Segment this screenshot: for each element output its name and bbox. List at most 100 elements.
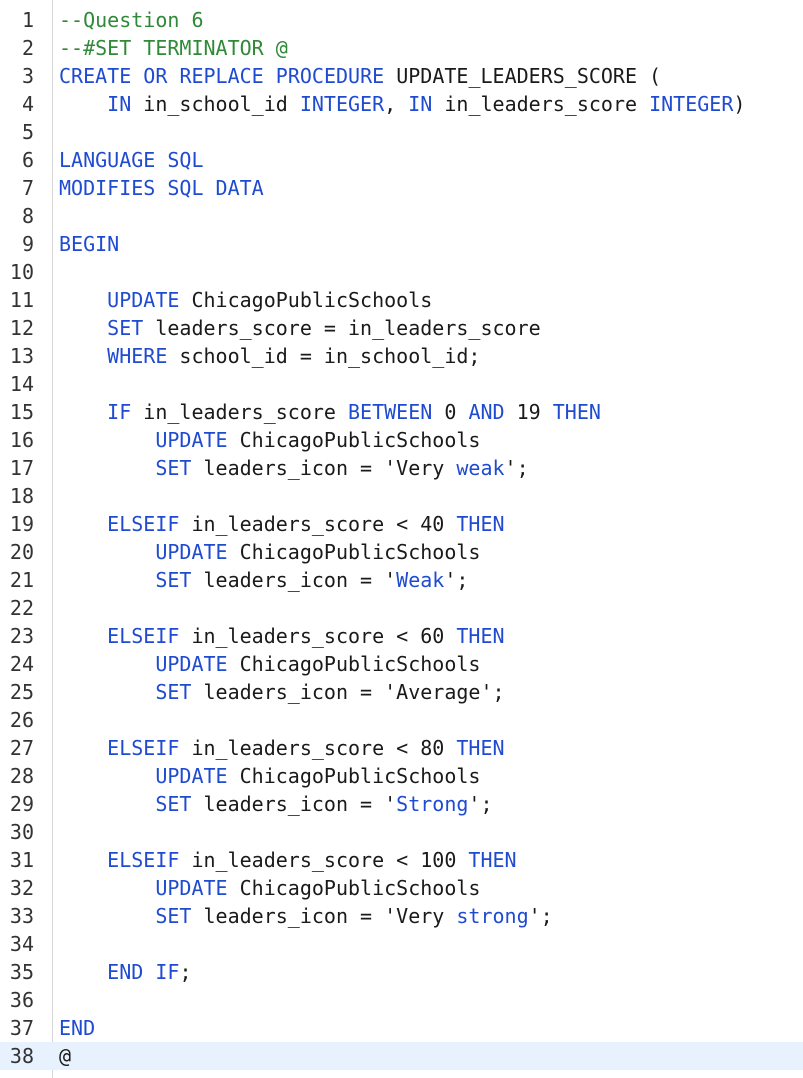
line-number: 11: [9, 288, 34, 312]
keyword-token: IF: [155, 960, 180, 984]
code-line[interactable]: 27 ELSEIF in_leaders_score < 80 THEN: [0, 734, 803, 762]
code-line[interactable]: 38 @: [0, 1042, 803, 1070]
keyword-token: WHERE: [107, 344, 168, 368]
code-line[interactable]: 8: [0, 202, 803, 230]
line-number: 8: [21, 204, 34, 228]
code-line[interactable]: 34: [0, 930, 803, 958]
code-line[interactable]: 33 SET leaders_icon = 'Very strong';: [0, 902, 803, 930]
code-line[interactable]: 21 SET leaders_icon = 'Weak';: [0, 566, 803, 594]
keyword-token: THEN: [552, 400, 601, 424]
keyword-token: SET: [155, 904, 192, 928]
code-line[interactable]: 10: [0, 258, 803, 286]
keyword-token: SET: [155, 456, 192, 480]
comment-token: --#SET TERMINATOR @: [59, 36, 288, 60]
code-line[interactable]: 22: [0, 594, 803, 622]
line-number: 2: [21, 36, 34, 60]
keyword-token: ELSEIF: [107, 512, 180, 536]
code-line[interactable]: 17 SET leaders_icon = 'Very weak';: [0, 454, 803, 482]
code-line[interactable]: 3 CREATE OR REPLACE PROCEDURE UPDATE_LEAD…: [0, 62, 803, 90]
code-line[interactable]: 11 UPDATE ChicagoPublicSchools: [0, 286, 803, 314]
code-text: MODIFIES SQL DATA: [59, 174, 264, 202]
code-line[interactable]: 6 LANGUAGE SQL: [0, 146, 803, 174]
code-line[interactable]: 23 ELSEIF in_leaders_score < 60 THEN: [0, 622, 803, 650]
line-number: 6: [21, 148, 34, 172]
line-number: 26: [9, 708, 34, 732]
line-number: 20: [9, 540, 34, 564]
code-text: IF in_leaders_score BETWEEN 0 AND 19 THE…: [59, 398, 601, 426]
keyword-token: IN: [107, 92, 132, 116]
code-line[interactable]: 5: [0, 118, 803, 146]
keyword-token: UPDATE: [155, 540, 228, 564]
keyword-token: DATA: [215, 176, 264, 200]
code-line[interactable]: 1 --Question 6: [0, 6, 803, 34]
code-line[interactable]: 7 MODIFIES SQL DATA: [0, 174, 803, 202]
code-line[interactable]: 25 SET leaders_icon = 'Average';: [0, 678, 803, 706]
code-line[interactable]: 32 UPDATE ChicagoPublicSchools: [0, 874, 803, 902]
code-line[interactable]: 14: [0, 370, 803, 398]
code-line[interactable]: 9 BEGIN: [0, 230, 803, 258]
text-token: ';: [444, 568, 469, 592]
code-line[interactable]: 24 UPDATE ChicagoPublicSchools: [0, 650, 803, 678]
keyword-token: SET: [155, 568, 192, 592]
text-token: leaders_icon = 'Average';: [191, 680, 505, 704]
line-number: 17: [9, 456, 34, 480]
code-line[interactable]: 2 --#SET TERMINATOR @: [0, 34, 803, 62]
code-text: SET leaders_score = in_leaders_score: [59, 314, 540, 342]
code-line[interactable]: 19 ELSEIF in_leaders_score < 40 THEN: [0, 510, 803, 538]
code-line[interactable]: 13 WHERE school_id = in_school_id;: [0, 342, 803, 370]
keyword-token: Strong: [396, 792, 469, 816]
line-number: 21: [9, 568, 34, 592]
line-number: 29: [9, 792, 34, 816]
code-editor[interactable]: 1 --Question 6 2 --#SET TERMINATOR @ 3 CREATE…: [0, 6, 803, 1070]
code-line[interactable]: 31 ELSEIF in_leaders_score < 100 THEN: [0, 846, 803, 874]
line-number: 13: [9, 344, 34, 368]
line-number: 38: [9, 1044, 34, 1068]
code-line[interactable]: 36: [0, 986, 803, 1014]
code-line[interactable]: 37 END: [0, 1014, 803, 1042]
code-text: UPDATE ChicagoPublicSchools: [59, 874, 480, 902]
text-token: in_leaders_score: [432, 92, 650, 116]
keyword-token: AND: [468, 400, 505, 424]
keyword-token: MODIFIES: [59, 176, 156, 200]
code-line[interactable]: 30: [0, 818, 803, 846]
line-number: 27: [9, 736, 34, 760]
line-number: 22: [9, 596, 34, 620]
code-text: SET leaders_icon = 'Very strong';: [59, 902, 552, 930]
line-number: 5: [21, 120, 34, 144]
code-line[interactable]: 16 UPDATE ChicagoPublicSchools: [0, 426, 803, 454]
code-line[interactable]: 26: [0, 706, 803, 734]
text-token: in_leaders_score < 100: [179, 848, 469, 872]
text-token: ): [733, 92, 746, 116]
code-line[interactable]: 28 UPDATE ChicagoPublicSchools: [0, 762, 803, 790]
line-number: 7: [21, 176, 34, 200]
text-token: in_leaders_score < 40: [179, 512, 457, 536]
code-text: @: [59, 1042, 71, 1070]
code-line[interactable]: 12 SET leaders_score = in_leaders_score: [0, 314, 803, 342]
code-line[interactable]: 4 IN in_school_id INTEGER, IN in_leaders…: [0, 90, 803, 118]
text-token: leaders_icon = 'Very: [191, 904, 457, 928]
code-line[interactable]: 29 SET leaders_icon = 'Strong';: [0, 790, 803, 818]
text-token: leaders_icon = ': [191, 792, 397, 816]
text-token: ';: [468, 792, 493, 816]
code-line[interactable]: 20 UPDATE ChicagoPublicSchools: [0, 538, 803, 566]
code-text: END: [59, 1014, 95, 1042]
text-token: ChicagoPublicSchools: [227, 764, 481, 788]
code-text: ELSEIF in_leaders_score < 100 THEN: [59, 846, 516, 874]
code-line[interactable]: 15 IF in_leaders_score BETWEEN 0 AND 19 …: [0, 398, 803, 426]
text-token: ChicagoPublicSchools: [179, 288, 433, 312]
keyword-token: UPDATE: [155, 764, 228, 788]
keyword-token: REPLACE: [179, 64, 264, 88]
text-token: leaders_icon = ': [191, 568, 397, 592]
code-line[interactable]: 35 END IF;: [0, 958, 803, 986]
code-line[interactable]: 18: [0, 482, 803, 510]
keyword-token: BEGIN: [59, 232, 120, 256]
